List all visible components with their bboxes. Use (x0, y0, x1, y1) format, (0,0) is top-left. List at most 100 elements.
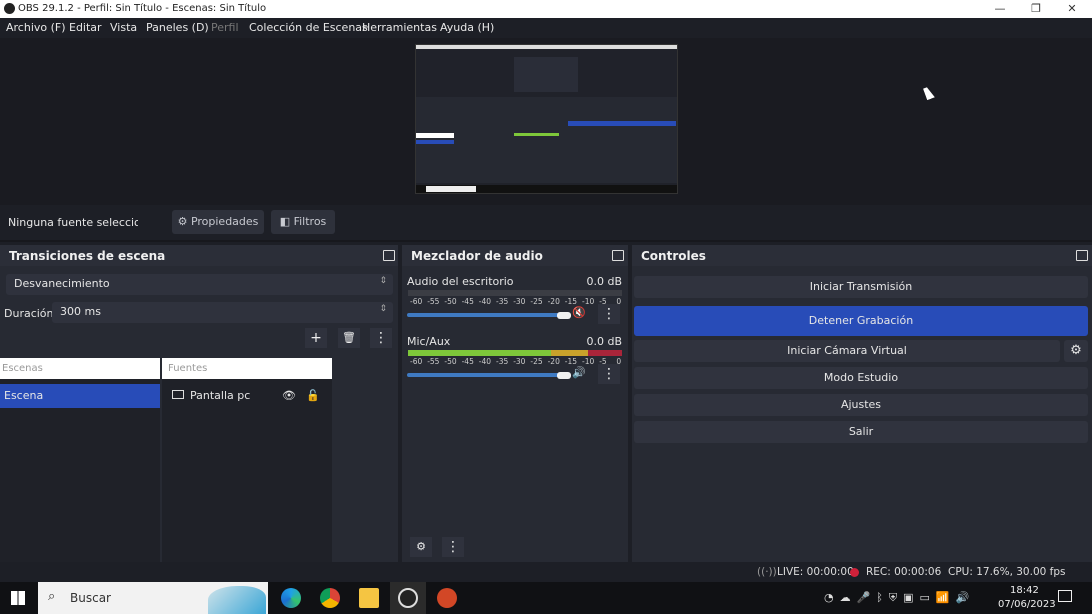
cpu-fps: CPU: 17.6%, 30.00 fps (948, 566, 1066, 578)
volume-slider[interactable] (407, 373, 567, 377)
scale-tick: -20 (547, 357, 560, 366)
live-timer: LIVE: 00:00:00 (777, 566, 854, 578)
meter-level-yellow (551, 350, 588, 356)
muted-speaker-icon[interactable]: 🔇 (572, 306, 586, 319)
meter-scale: -60 -55 -50 -45 -40 -35 -30 -25 -20 -15 -10 -5 0 (406, 357, 622, 367)
track-name: Audio del escritorio (407, 275, 514, 288)
system-tray-icons[interactable]: ◔☁🎤ᛒ⛨▣▭📶🔊 (824, 591, 975, 605)
close-button[interactable]: ✕ (1054, 0, 1090, 18)
source-toolbar: Ninguna fuente selecciona ⚙ Propiedades … (0, 205, 1092, 242)
filters-label: Filtros (293, 215, 327, 228)
studio-mode-button[interactable]: Modo Estudio (634, 367, 1088, 389)
edge-icon[interactable] (281, 588, 301, 608)
start-streaming-button[interactable]: Iniciar Transmisión (634, 276, 1088, 298)
scale-tick: -10 (582, 357, 595, 366)
properties-label: Propiedades (190, 215, 259, 228)
powerpoint-icon[interactable] (437, 588, 457, 608)
menu-herramientas[interactable]: Herramientas (362, 21, 437, 34)
mixer-title: Mezclador de audio (402, 245, 628, 266)
track-db: 0.0 dB (586, 275, 622, 288)
taskbar-search[interactable]: ⌕ Buscar (38, 582, 268, 614)
transition-selected: Desvanecimiento (14, 277, 110, 290)
controls-title: Controles (632, 245, 1092, 266)
volume-meter (408, 290, 622, 296)
scale-tick: -35 (496, 297, 509, 306)
scale-tick: -15 (564, 297, 578, 306)
track-db: 0.0 dB (586, 335, 622, 348)
source-item[interactable]: Pantalla pc 👁 🔓 (162, 384, 332, 408)
obs-icon[interactable] (398, 588, 418, 608)
meter-level-red (587, 350, 622, 356)
filters-button[interactable]: ◧ Filtros (271, 210, 335, 234)
undock-icon[interactable] (1076, 250, 1088, 261)
spin-icon[interactable]: ⇕ (379, 304, 387, 314)
meter-scale: -60 -55 -50 -45 -40 -35 -30 -25 -20 -15 -10 -5 0 (406, 297, 622, 307)
volume-slider-handle[interactable] (557, 371, 571, 379)
menu-paneles[interactable]: Paneles (D) (146, 21, 209, 34)
menu-coleccion-escenas[interactable]: Colección de Escenas (249, 21, 368, 34)
scale-tick: -50 (444, 357, 457, 366)
search-highlight-image (208, 586, 266, 614)
transition-select[interactable]: Desvanecimiento ⇕ (6, 274, 393, 295)
notifications-icon[interactable] (1058, 590, 1072, 602)
preview-screen-capture (415, 44, 678, 194)
add-transition-button[interactable]: + (305, 328, 327, 348)
volume-slider[interactable] (407, 313, 567, 317)
menu-vista[interactable]: Vista (110, 21, 137, 34)
volume-meter (408, 350, 622, 356)
chevron-updown-icon: ⇕ (379, 276, 387, 286)
undock-icon[interactable] (612, 250, 624, 261)
settings-button[interactable]: Ajustes (634, 394, 1088, 416)
mixer-track: Mic/Aux 0.0 dB -60 -55 -50 -45 -40 -35 -30 -25-… (402, 335, 628, 393)
source-status: Ninguna fuente selecciona (8, 216, 138, 229)
menu-bar: Archivo (F) Editar Vista Paneles (D) Per… (0, 18, 1092, 38)
scale-tick: -60 (410, 357, 423, 366)
volume-slider-handle[interactable] (557, 311, 571, 319)
transitions-title: Transiciones de escena (0, 245, 398, 266)
stop-recording-button[interactable]: Detener Grabación (634, 306, 1088, 336)
scene-item[interactable]: Escena (0, 384, 160, 408)
scale-tick: -55 (427, 357, 440, 366)
scale-tick: -30 (513, 357, 526, 366)
exit-button[interactable]: Salir (634, 421, 1088, 443)
scale-tick: -45 (461, 297, 474, 306)
scenes-header: Escenas (0, 358, 160, 379)
menu-ayuda[interactable]: Ayuda (H) (440, 21, 494, 34)
eye-icon[interactable]: 👁 (282, 384, 296, 408)
duration-value: 300 ms (60, 305, 101, 318)
undock-icon[interactable] (383, 250, 395, 261)
chrome-icon[interactable] (320, 588, 340, 608)
scale-tick: -60 (410, 297, 423, 306)
rec-timer: REC: 00:00:06 (866, 566, 942, 578)
properties-button[interactable]: ⚙ Propiedades (172, 210, 264, 234)
audio-mixer-dock: Mezclador de audio Audio del escritorio … (402, 245, 628, 562)
minimize-button[interactable]: — (982, 0, 1018, 18)
window-title: OBS 29.1.2 - Perfil: Sin Título - Escena… (18, 3, 267, 14)
duration-input[interactable]: 300 ms ⇕ (52, 302, 393, 323)
scale-tick: -55 (427, 297, 440, 306)
maximize-button[interactable]: ❐ (1018, 0, 1054, 18)
source-name: Pantalla pc (190, 389, 251, 402)
sources-list[interactable]: Fuentes Pantalla pc 👁 🔓 (162, 358, 332, 562)
file-explorer-icon[interactable] (359, 588, 379, 608)
track-menu-icon[interactable]: ⋮ (598, 304, 620, 324)
menu-archivo[interactable]: Archivo (F) (6, 21, 66, 34)
windows-start-icon[interactable] (11, 591, 25, 605)
obs-logo-icon (4, 3, 15, 14)
advanced-audio-gear-icon[interactable]: ⚙ (410, 537, 432, 557)
lock-icon[interactable]: 🔓 (306, 384, 320, 408)
virtual-camera-gear-icon[interactable]: ⚙ (1064, 340, 1088, 362)
scale-tick: -20 (547, 297, 560, 306)
track-menu-icon[interactable]: ⋮ (598, 364, 620, 384)
speaker-icon[interactable]: 🔊 (572, 366, 586, 379)
scenes-list[interactable]: Escenas Escena (0, 358, 160, 562)
trash-icon[interactable]: 🗑 (338, 328, 360, 348)
status-bar: ((·)) LIVE: 00:00:00 REC: 00:00:06 CPU: … (0, 562, 1092, 582)
mixer-more-icon[interactable]: ⋮ (442, 537, 464, 557)
scale-tick: -50 (444, 297, 457, 306)
more-icon[interactable]: ⋮ (370, 328, 392, 348)
scale-tick: -35 (496, 357, 509, 366)
start-virtual-camera-button[interactable]: Iniciar Cámara Virtual (634, 340, 1060, 362)
menu-editar[interactable]: Editar (69, 21, 102, 34)
menu-perfil[interactable]: Perfil (211, 21, 239, 34)
